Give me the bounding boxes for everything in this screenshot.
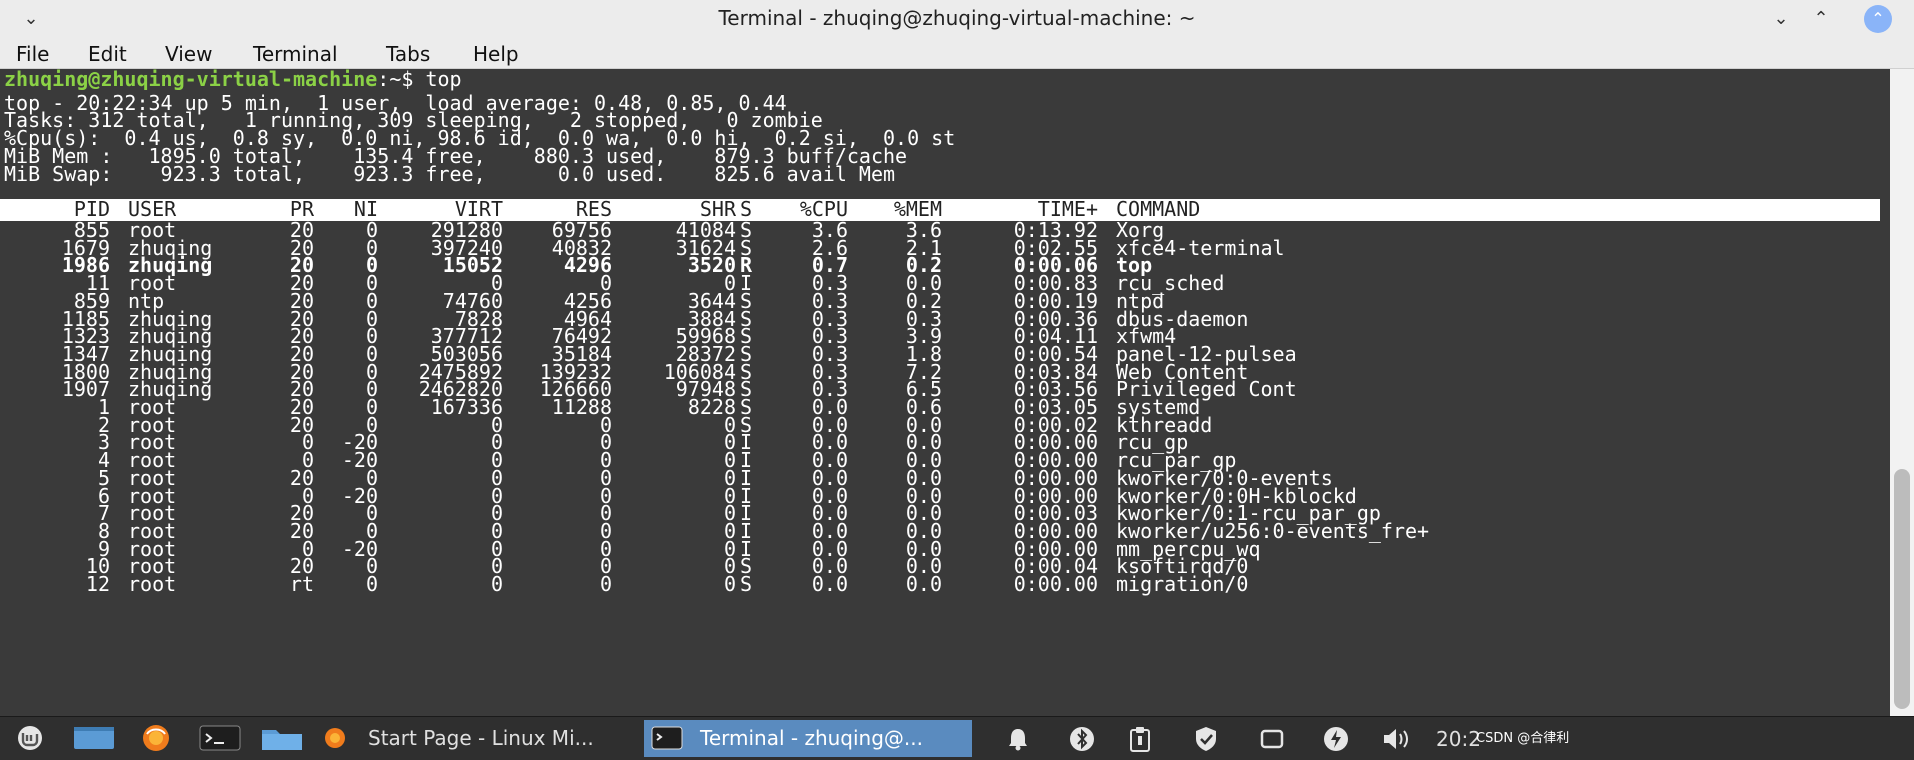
firefox-window-icon xyxy=(318,724,352,752)
terminal-launcher-icon[interactable] xyxy=(198,724,242,752)
column-header-user: USER xyxy=(128,197,177,221)
top-swap-line: MiB Swap: 923.3 total, 923.3 free, 0.0 u… xyxy=(4,162,896,186)
terminal-output[interactable]: zhuqing@zhuqing-virtual-machine:~$ top t… xyxy=(0,69,1890,716)
cell-state: S xyxy=(740,572,753,596)
window-titlebar: ⌄ Terminal - zhuqing@zhuqing-virtual-mac… xyxy=(0,0,1914,39)
show-desktop-icon[interactable] xyxy=(72,724,116,752)
cell-command: migration/0 xyxy=(1116,572,1249,596)
terminal-window-icon xyxy=(650,724,684,752)
update-manager-shield-icon[interactable] xyxy=(1192,725,1220,753)
minimize-button[interactable]: ⌄ xyxy=(1768,6,1794,32)
cell-shr: 0 xyxy=(723,572,736,596)
menu-view[interactable]: View xyxy=(165,42,212,66)
cell-pid: 12 xyxy=(85,572,110,596)
prompt-path: :~$ xyxy=(377,69,426,91)
cell-user: root xyxy=(128,572,177,596)
column-header-virt: VIRT xyxy=(454,197,503,221)
mint-menu-icon[interactable] xyxy=(8,724,52,752)
terminal-window-label: Terminal - zhuqing@... xyxy=(700,726,923,750)
column-header-shr: SHR xyxy=(699,197,736,221)
column-header-state: S xyxy=(740,197,753,221)
menu-bar: File Edit View Terminal Tabs Help xyxy=(0,38,1914,69)
menu-tabs[interactable]: Tabs xyxy=(386,42,430,66)
terminal-scrollbar[interactable] xyxy=(1890,69,1914,716)
cell-ni: 0 xyxy=(365,572,378,596)
column-header-mem: %MEM xyxy=(893,197,942,221)
taskbar: Start Page - Linux Mi... Terminal - zhuq… xyxy=(0,716,1914,760)
prompt-line: zhuqing@zhuqing-virtual-machine:~$ top xyxy=(4,69,462,90)
clipboard-icon[interactable] xyxy=(1126,725,1154,753)
prompt-user: zhuqing@zhuqing-virtual-machine xyxy=(4,69,378,91)
window-title: Terminal - zhuqing@zhuqing-virtual-machi… xyxy=(718,6,1196,30)
menu-file[interactable]: File xyxy=(16,42,49,66)
power-icon[interactable] xyxy=(1322,725,1350,753)
menu-help[interactable]: Help xyxy=(473,42,519,66)
column-header-ni: NI xyxy=(353,197,378,221)
volume-icon[interactable] xyxy=(1380,725,1414,753)
close-button[interactable]: ⌃ xyxy=(1864,5,1892,33)
maximize-button[interactable]: ⌃ xyxy=(1808,6,1834,32)
cell-cpu: 0.0 xyxy=(811,572,848,596)
table-row: 12 root rt 0 0 0 0 S 0.0 0.0 0:00.00 migration/0 xyxy=(0,572,1880,596)
menu-terminal[interactable]: Terminal xyxy=(253,42,338,66)
column-header-time: TIME+ xyxy=(1037,197,1098,221)
cell-pr: rt xyxy=(289,572,314,596)
csdn-watermark: CSDN @合律利 xyxy=(1476,731,1570,746)
cell-virt: 0 xyxy=(490,572,503,596)
notifications-icon[interactable] xyxy=(1004,725,1032,753)
menu-edit[interactable]: Edit xyxy=(88,42,127,66)
prompt-command: top xyxy=(425,69,462,91)
firefox-icon[interactable] xyxy=(134,724,178,752)
cell-res: 0 xyxy=(599,572,612,596)
cell-mem: 0.0 xyxy=(905,572,942,596)
scrollbar-thumb[interactable] xyxy=(1894,469,1910,709)
bluetooth-icon[interactable] xyxy=(1068,725,1096,753)
column-header-res: RES xyxy=(575,197,612,221)
taskbar-window-start-page[interactable]: Start Page - Linux Mi... xyxy=(356,720,640,757)
network-icon[interactable] xyxy=(1258,725,1286,753)
files-icon[interactable] xyxy=(260,724,304,752)
column-header-cpu: %CPU xyxy=(799,197,848,221)
column-header-pr: PR xyxy=(289,197,314,221)
cell-time: 0:00.00 xyxy=(1013,572,1098,596)
column-header-pid: PID xyxy=(73,197,110,221)
taskbar-window-terminal[interactable]: Terminal - zhuqing@... xyxy=(644,720,972,757)
clock[interactable]: 20:2 xyxy=(1436,725,1481,753)
column-header-command: COMMAND xyxy=(1116,197,1201,221)
